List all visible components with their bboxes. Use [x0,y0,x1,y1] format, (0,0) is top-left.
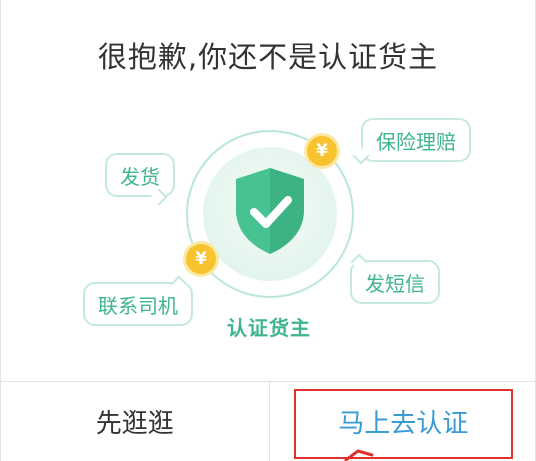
certification-illustration: 发货 保险理赔 发短信 联系司机 ¥ ¥ 认证货主 [1,0,536,381]
bubble-send-sms: 发短信 [350,260,440,304]
annotation-arrow-icon [344,449,374,461]
bubble-insurance-claim-label: 保险理赔 [376,129,456,154]
coin-yen-icon: ¥ [307,136,337,166]
bubble-ship: 发货 [105,153,175,197]
bubble-ship-label: 发货 [120,164,160,189]
certification-dialog: 很抱歉,你还不是认证货主 发货 保险理赔 发短信 联系司机 ¥ ¥ 认证货主 先… [0,0,536,461]
shield-check-icon [236,168,304,254]
bubble-send-sms-label: 发短信 [365,271,425,296]
dialog-footer: 先逛逛 马上去认证 [1,381,536,461]
coin-yen-icon: ¥ [186,244,216,274]
browse-first-button[interactable]: 先逛逛 [1,382,270,461]
certified-shipper-label: 认证货主 [227,316,311,340]
certify-now-button[interactable]: 马上去认证 [270,382,536,461]
bubble-insurance-claim: 保险理赔 [361,118,471,162]
